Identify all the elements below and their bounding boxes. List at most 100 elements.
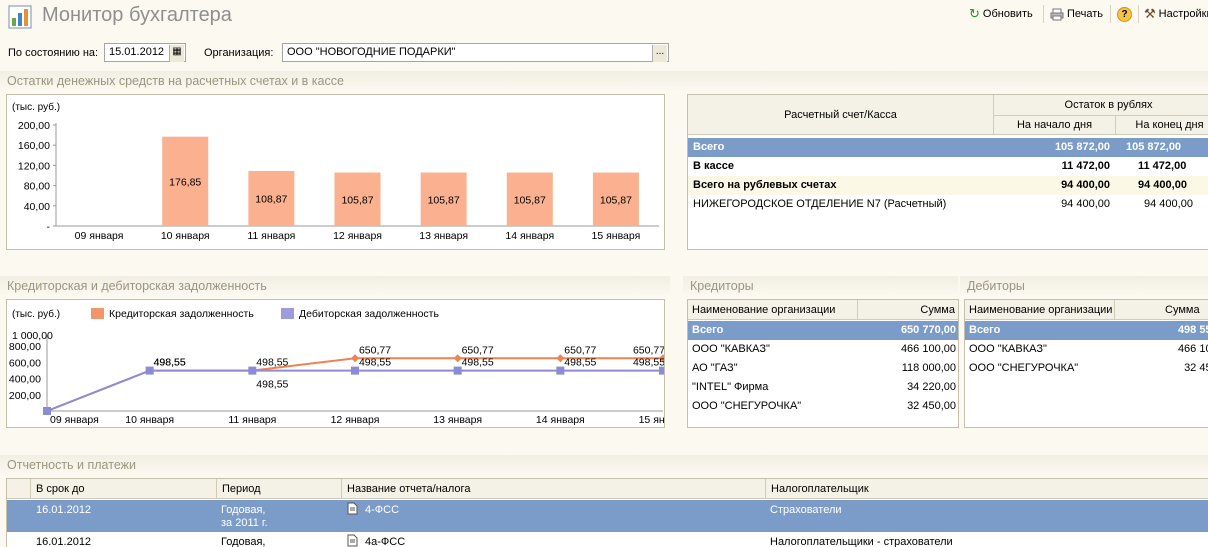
y-tick-label: 600,00 — [9, 357, 41, 369]
series-line — [46, 369, 663, 412]
x-tick-label: 15 января — [639, 414, 664, 426]
data-label: 498,55 — [359, 357, 391, 369]
row-name: В кассе — [693, 160, 734, 172]
row-end: 11 472,00 — [1138, 160, 1187, 172]
x-tick-label: 11 января — [247, 230, 295, 242]
data-point[interactable] — [351, 354, 359, 363]
row-end: 94 400,00 — [1138, 179, 1187, 191]
row-start: 94 400,00 — [1061, 198, 1110, 210]
data-point[interactable] — [556, 366, 565, 375]
y-tick-label: 160,00 — [18, 140, 50, 152]
monitor-app-icon — [8, 5, 32, 29]
y-unit-label: (тыс. руб.) — [12, 101, 60, 113]
data-label: 650,77 — [359, 344, 391, 356]
data-point[interactable] — [556, 354, 565, 363]
table-row[interactable]: "INTEL" Фирма 34 220,00 — [688, 378, 958, 397]
filter-row: По состоянию на: 15.01.2012 ▦ Организаци… — [0, 43, 1208, 63]
data-label: 498,55 — [154, 357, 186, 369]
refresh-label: Обновить — [982, 8, 1033, 20]
table-row[interactable]: Всего 498 550,00 — [965, 321, 1208, 340]
table-row[interactable]: ООО "КАВКАЗ" 466 100,00 — [688, 340, 958, 359]
creditors-col-sum: Сумма — [858, 300, 958, 320]
print-button[interactable]: Печать — [1050, 6, 1103, 22]
data-label: 498,55 — [633, 357, 664, 369]
col-due-header: В срок до — [31, 479, 217, 499]
settings-button[interactable]: ⚒ Настройки — [1144, 6, 1208, 22]
row-name: АО "ГАЗ" — [692, 362, 738, 374]
debtors-title: Дебиторы — [960, 276, 1208, 296]
row-due: 16.01.2012 — [36, 504, 92, 516]
row-name: Всего — [692, 324, 724, 336]
data-point[interactable] — [453, 366, 462, 375]
data-label: 498,55 — [256, 379, 288, 391]
reports-section-title: Отчетность и платежи — [0, 455, 1208, 475]
tools-icon: ⚒ — [1144, 6, 1156, 21]
data-point[interactable] — [351, 366, 359, 375]
debtors-table: Наименование организации Сумма Всего 498 … — [964, 299, 1208, 428]
printer-icon — [1050, 8, 1064, 20]
table-row[interactable]: ООО "СНЕГУРОЧКА" 32 450,00 — [965, 359, 1208, 378]
row-name: ООО "КАВКАЗ" — [692, 343, 770, 355]
table-row[interactable]: 16.01.2012 Годовая, за 2011 г. 4-ФСС Стр… — [7, 500, 1208, 532]
x-tick-label: 09 января — [75, 230, 124, 242]
organization-field[interactable]: ООО "НОВОГОДНИЕ ПОДАРКИ" ... — [282, 43, 669, 62]
row-due: 16.01.2012 — [36, 536, 92, 547]
row-sum: 498 550,00 — [1177, 324, 1208, 336]
table-row[interactable]: В кассе 11 472,00 11 472,00 — [688, 157, 1208, 176]
creditors-title: Кредиторы — [683, 276, 958, 296]
data-point[interactable] — [43, 407, 51, 415]
col-report-name-header: Название отчета/налога — [342, 479, 766, 499]
x-tick-label: 12 января — [333, 230, 382, 242]
row-name: ООО "СНЕГУРОЧКА" — [692, 400, 802, 412]
calendar-icon[interactable]: ▦ — [169, 45, 184, 62]
x-tick-label: 10 января — [161, 230, 210, 242]
debtors-col-name: Наименование организации — [965, 300, 1115, 320]
table-row[interactable]: НИЖЕГОРОДСКОЕ ОТДЕЛЕНИЕ N7 (Расчетный) 9… — [688, 195, 1208, 214]
cash-table-panel: Расчетный счет/Касса Остаток в рублях На… — [687, 94, 1208, 250]
table-row[interactable]: АО "ГАЗ" 118 000,00 — [688, 359, 958, 378]
data-point[interactable] — [453, 354, 462, 363]
legend-label: Дебиторская задолженность — [299, 308, 439, 320]
data-point[interactable] — [145, 366, 154, 375]
table-row[interactable]: Всего 105 872,00 105 872,00 — [688, 138, 1208, 157]
data-label: 650,77 — [633, 344, 664, 356]
table-row[interactable]: Всего на рублевых счетах 94 400,00 94 40… — [688, 176, 1208, 195]
date-field[interactable]: 15.01.2012 ▦ — [104, 43, 186, 62]
y-tick-label: 120,00 — [18, 160, 50, 172]
report-document-icon — [347, 534, 358, 547]
table-row[interactable]: ООО "КАВКАЗ" 466 100,00 — [965, 340, 1208, 359]
x-tick-label: 13 января — [419, 230, 468, 242]
data-label: 498,55 — [256, 357, 288, 369]
x-tick-label: 14 января — [505, 230, 554, 242]
row-report-name: 4-ФСС — [365, 504, 400, 516]
row-sum: 118 000,00 — [901, 362, 956, 374]
select-ellipsis-icon[interactable]: ... — [652, 45, 667, 62]
row-name: НИЖЕГОРОДСКОЕ ОТДЕЛЕНИЕ N7 (Расчетный) — [693, 198, 947, 210]
bar-value-label: 176,85 — [169, 176, 201, 188]
x-tick-label: 12 января — [331, 414, 380, 426]
data-point[interactable] — [248, 366, 257, 375]
refresh-button[interactable]: ↻ Обновить — [969, 6, 1033, 22]
row-period: Годовая, — [221, 504, 266, 516]
help-button[interactable]: ? — [1117, 6, 1132, 22]
bar-value-label: 105,87 — [600, 194, 632, 206]
table-row[interactable]: ООО "СНЕГУРОЧКА" 32 450,00 — [688, 397, 958, 416]
debt-line-chart: (тыс. руб.) Кредиторская задолженность Деб… — [9, 308, 664, 426]
table-row[interactable]: Всего 650 770,00 — [688, 321, 958, 340]
cash-chart-panel: (тыс. руб.) 200,00 160,00 120,00 80,00 40,00 -… — [6, 94, 665, 250]
reports-table: В срок до Период Название отчета/налога … — [6, 478, 1208, 547]
y-tick-label: - — [47, 221, 51, 233]
col-balance-header: Остаток в рублях — [994, 95, 1208, 116]
row-name: Всего — [969, 324, 1001, 336]
col-account-header: Расчетный счет/Касса — [688, 95, 994, 135]
col-end-header: На конец дня — [1116, 116, 1208, 135]
table-row[interactable]: 16.01.2012 Годовая, 4а-ФСС Налогоплатель… — [7, 532, 1208, 547]
debt-section-title: Кредиторская и дебиторская задолженность — [0, 276, 670, 296]
cash-bar-chart: (тыс. руб.) 200,00 160,00 120,00 80,00 40,00 -… — [12, 101, 659, 242]
y-tick-label: 80,00 — [24, 181, 50, 193]
data-label: 650,77 — [462, 344, 494, 356]
x-tick-label: 14 января — [536, 414, 585, 426]
row-sum: 466 100,00 — [900, 343, 956, 355]
row-name: Всего на рублевых счетах — [693, 179, 837, 191]
y-tick-label: 400,00 — [9, 374, 41, 386]
